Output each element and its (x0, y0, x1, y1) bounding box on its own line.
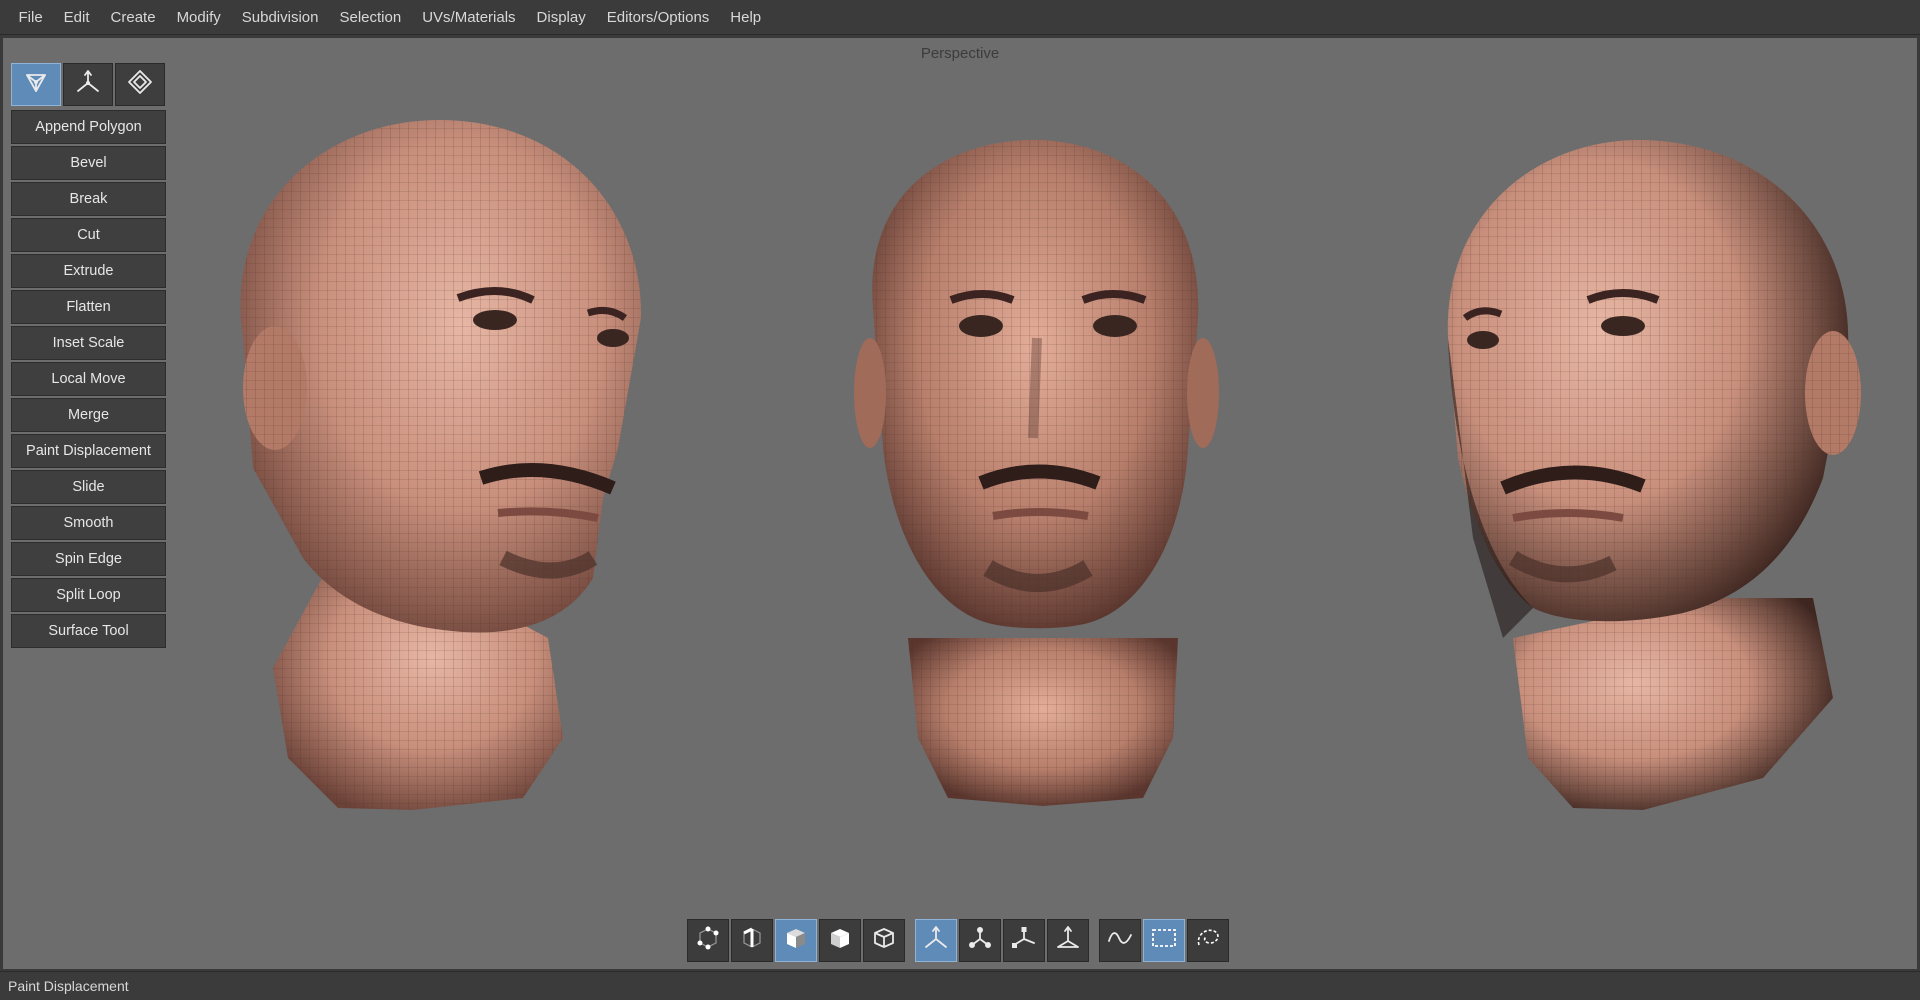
lasso-select-button[interactable] (1099, 919, 1141, 962)
tool-spin-edge-button[interactable]: Spin Edge (11, 542, 166, 576)
rect-select-button[interactable] (1143, 919, 1185, 962)
scale-gizmo-icon (1010, 925, 1038, 956)
menu-file[interactable]: File (8, 0, 53, 35)
object-select-button[interactable] (819, 919, 861, 962)
edge-select-button[interactable] (731, 919, 773, 962)
vertex-select-icon (695, 925, 721, 956)
tool-paint-displacement-button[interactable]: Paint Displacement (11, 434, 166, 468)
tool-cut-button[interactable]: Cut (11, 218, 166, 252)
face-select-button[interactable] (775, 919, 817, 962)
head-models[interactable] (3, 38, 1917, 969)
menu-display[interactable]: Display (526, 0, 596, 35)
tool-merge-button[interactable]: Merge (11, 398, 166, 432)
mesh-select-icon (871, 925, 897, 956)
polygon-mode-button[interactable] (11, 63, 61, 106)
menu-subdivision[interactable]: Subdivision (231, 0, 329, 35)
transform-mode-icon (74, 69, 102, 100)
menu-modify[interactable]: Modify (166, 0, 231, 35)
transform-mode-button[interactable] (63, 63, 113, 106)
universal-gizmo-icon (1054, 925, 1082, 956)
mesh-select-button[interactable] (863, 919, 905, 962)
move-gizmo-button[interactable] (915, 919, 957, 962)
uv-mode-icon (127, 69, 153, 100)
tool-surface-tool-button[interactable]: Surface Tool (11, 614, 166, 648)
head-center[interactable] (854, 139, 1219, 806)
lasso-select-icon (1106, 925, 1134, 956)
tool-break-button[interactable]: Break (11, 182, 166, 216)
face-select-icon (783, 925, 809, 956)
toolbar-group (1099, 919, 1229, 963)
head-left[interactable] (240, 119, 642, 810)
status-bar: Paint Displacement (0, 971, 1920, 1000)
tool-smooth-button[interactable]: Smooth (11, 506, 166, 540)
universal-gizmo-button[interactable] (1047, 919, 1089, 962)
perspective-viewport[interactable]: Perspective Append Polygon Bevel Break C… (3, 38, 1917, 969)
polygon-mode-icon (23, 69, 49, 100)
uv-mode-button[interactable] (115, 63, 165, 106)
edge-select-icon (739, 925, 765, 956)
tool-inset-scale-button[interactable]: Inset Scale (11, 326, 166, 360)
tool-list: Append Polygon Bevel Break Cut Extrude Flatte… (11, 108, 166, 648)
tool-split-loop-button[interactable]: Split Loop (11, 578, 166, 612)
tool-slide-button[interactable]: Slide (11, 470, 166, 504)
tool-bevel-button[interactable]: Bevel (11, 146, 166, 180)
menu-bar: File Edit Create Modify Subdivision Selection… (0, 0, 1920, 35)
menu-edit[interactable]: Edit (53, 0, 100, 35)
head-right[interactable] (1447, 139, 1861, 810)
toolbar-group (687, 919, 905, 963)
rotate-gizmo-icon (966, 925, 994, 956)
scale-gizmo-button[interactable] (1003, 919, 1045, 962)
freehand-select-button[interactable] (1187, 919, 1229, 962)
menu-help[interactable]: Help (720, 0, 772, 35)
freehand-select-icon (1194, 925, 1222, 956)
bottom-toolbar (687, 919, 1239, 963)
rotate-gizmo-button[interactable] (959, 919, 1001, 962)
mode-selector (11, 63, 165, 106)
menu-create[interactable]: Create (100, 0, 166, 35)
vertex-select-button[interactable] (687, 919, 729, 962)
object-select-icon (827, 925, 853, 956)
menu-selection[interactable]: Selection (329, 0, 412, 35)
menu-uvs-materials[interactable]: UVs/Materials (412, 0, 526, 35)
status-text: Paint Displacement (8, 978, 129, 994)
tool-append-polygon-button[interactable]: Append Polygon (11, 110, 166, 144)
menu-editors-options[interactable]: Editors/Options (596, 0, 720, 35)
toolbar-group (915, 919, 1089, 963)
rect-select-icon (1150, 925, 1178, 956)
move-gizmo-icon (922, 925, 950, 956)
tool-flatten-button[interactable]: Flatten (11, 290, 166, 324)
tool-local-move-button[interactable]: Local Move (11, 362, 166, 396)
tool-extrude-button[interactable]: Extrude (11, 254, 166, 288)
